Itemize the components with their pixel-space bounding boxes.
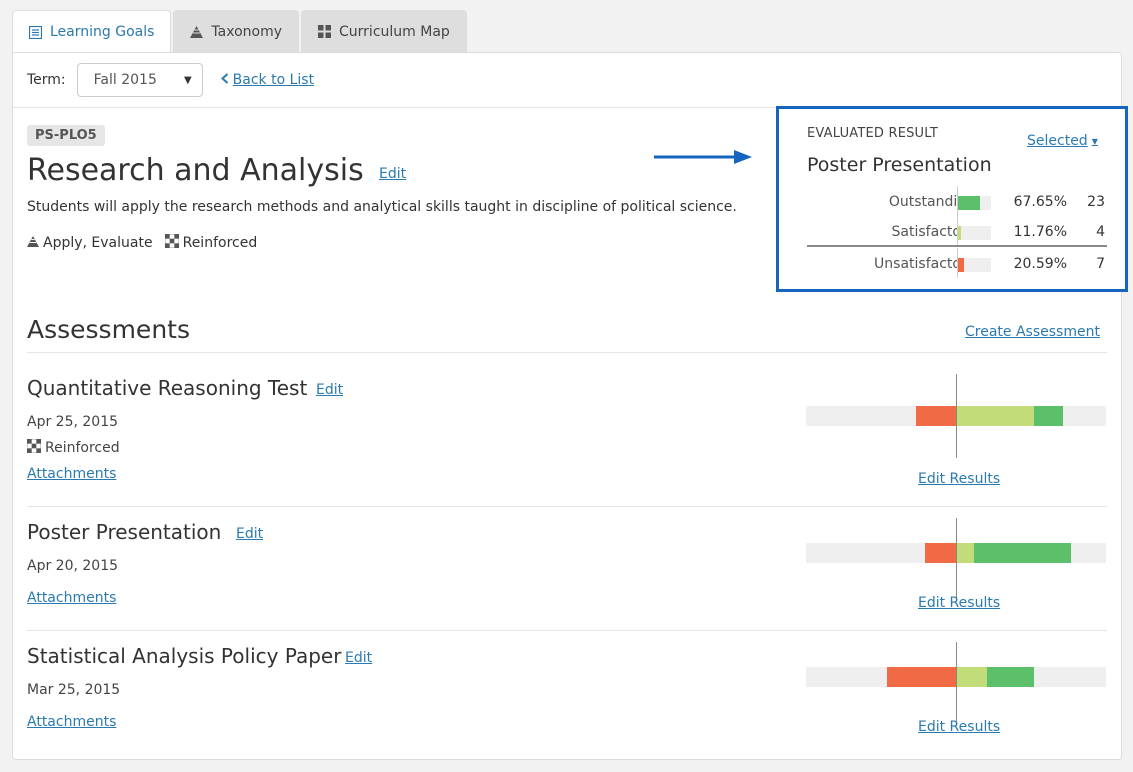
edit-assessment-link[interactable]: Edit [316,382,343,398]
assessment-title: Statistical Analysis Policy Paper [27,644,342,668]
result-count: 4 [1096,224,1105,240]
assessment-title: Poster Presentation [27,520,222,544]
assessment-level-label: Reinforced [45,440,120,456]
goal-tags: Apply, Evaluate Reinforced [27,233,263,252]
attachments-link[interactable]: Attachments [27,590,116,606]
result-bar [957,258,991,272]
caret-down-icon: ▼ [183,74,192,86]
outstanding-segment [987,667,1034,687]
edit-assessment-link[interactable]: Edit [345,650,372,666]
page-title: Research and Analysis [27,153,364,188]
satisfactory-segment [956,406,1034,426]
edit-results-link[interactable]: Edit Results [918,719,1000,735]
result-separator [807,245,1107,247]
tab-label: Taxonomy [211,23,283,40]
tab-label: Learning Goals [50,24,155,40]
result-row-outstanding: Outstanding 67.65% 23 [807,186,1107,216]
selected-dropdown[interactable]: Selected ▼ [1027,133,1098,149]
edit-results-link[interactable]: Edit Results [918,471,1000,487]
tab-learning-goals[interactable]: Learning Goals [12,10,172,53]
distribution-axis [956,518,957,602]
goal-code-badge: PS-PLO5 [27,125,105,146]
evaluated-result-panel: EVALUATED RESULT Selected ▼ Poster Prese… [776,106,1128,292]
result-row-satisfactory: Satisfactory 11.76% 4 [807,216,1107,246]
pyramid-icon [27,235,39,251]
term-value: Fall 2015 [93,72,157,88]
result-row-unsatisfactory: Unsatisfactory 20.59% 7 [807,248,1107,278]
result-percent: 67.65% [1013,194,1067,210]
attachments-link[interactable]: Attachments [27,714,116,730]
divider [27,630,1107,631]
goal-description: Students will apply the research methods… [27,199,737,215]
result-percent: 11.76% [1013,224,1067,240]
edit-assessment-link[interactable]: Edit [236,526,263,542]
evaluated-assessment-title: Poster Presentation [807,154,992,176]
result-axis [957,248,958,278]
result-bar-fill [957,196,980,210]
unsatisfactory-segment [915,406,956,426]
result-bar [957,196,991,210]
divider [27,506,1107,507]
result-bar-fill [957,258,964,272]
attachments-link[interactable]: Attachments [27,466,116,482]
term-label: Term: [27,72,66,88]
chevron-left-icon [220,72,229,88]
term-filter: Term: Fall 2015 ▼ Back to List [27,63,314,97]
unsatisfactory-segment [924,543,956,563]
result-axis [957,186,958,216]
assessment-date: Mar 25, 2015 [27,682,121,698]
goal-taxonomy: Apply, Evaluate [43,235,153,251]
create-assessment-link[interactable]: Create Assessment [965,324,1100,340]
checker-icon [164,233,179,252]
satisfactory-segment [956,667,988,687]
selected-label: Selected [1027,133,1088,149]
assessments-heading: Assessments [27,315,190,344]
result-bar [957,226,991,240]
outstanding-segment [973,543,1072,563]
back-to-list-link[interactable]: Back to List [220,72,315,88]
distribution-axis [956,642,957,726]
result-axis [957,216,958,246]
edit-goal-link[interactable]: Edit [379,166,406,182]
distribution-axis [956,374,957,458]
back-link-label: Back to List [232,72,315,88]
term-select[interactable]: Fall 2015 ▼ [76,63,203,97]
list-icon [29,25,42,39]
grid-icon [318,25,332,38]
edit-results-link[interactable]: Edit Results [918,595,1000,611]
tab-taxonomy[interactable]: Taxonomy [173,10,300,52]
arrow-right-icon [654,149,754,168]
assessment-date: Apr 20, 2015 [27,558,119,574]
result-count: 23 [1087,194,1105,210]
assessment-level: Reinforced [26,438,120,457]
tab-bar: Learning Goals Taxonomy Curriculum Map [12,10,469,53]
assessment-title: Quantitative Reasoning Test [27,376,308,400]
assessment-date: Apr 25, 2015 [27,414,119,430]
pyramid-icon [190,25,204,38]
caret-down-icon: ▼ [1091,136,1098,146]
divider [27,352,1107,353]
goal-level: Reinforced [182,235,258,251]
checker-icon [26,438,42,457]
unsatisfactory-segment [886,667,956,687]
evaluated-result-label: EVALUATED RESULT [807,126,939,141]
tab-label: Curriculum Map [339,23,450,40]
content-panel: Term: Fall 2015 ▼ Back to List PS-PLO5 R… [12,52,1128,760]
result-count: 7 [1096,256,1105,272]
tab-curriculum-map[interactable]: Curriculum Map [301,10,467,52]
result-percent: 20.59% [1013,256,1067,272]
satisfactory-segment [956,543,974,563]
outstanding-segment [1034,406,1064,426]
